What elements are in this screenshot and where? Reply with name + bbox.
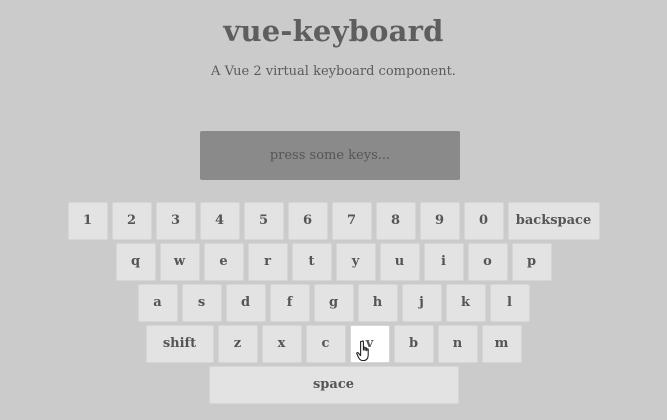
key-6[interactable]: 6 <box>287 202 328 240</box>
key-p[interactable]: p <box>511 243 552 281</box>
key-i[interactable]: i <box>423 243 464 281</box>
key-7[interactable]: 7 <box>331 202 372 240</box>
key-e[interactable]: e <box>203 243 244 281</box>
key-s[interactable]: s <box>181 284 222 322</box>
key-k[interactable]: k <box>445 284 486 322</box>
key-4[interactable]: 4 <box>199 202 240 240</box>
key-u[interactable]: u <box>379 243 420 281</box>
key-c[interactable]: c <box>305 325 346 363</box>
key-a[interactable]: a <box>137 284 178 322</box>
page-subtitle: A Vue 2 virtual keyboard component. <box>211 64 456 79</box>
keyboard-row-numbers: 1 2 3 4 5 6 7 8 9 0 backspace <box>0 202 667 240</box>
key-n[interactable]: n <box>437 325 478 363</box>
key-h[interactable]: h <box>357 284 398 322</box>
key-d[interactable]: d <box>225 284 266 322</box>
key-j[interactable]: j <box>401 284 442 322</box>
keyboard-row-home-letters: a s d f g h j k l <box>0 284 667 322</box>
keyboard-output-display[interactable]: press some keys... <box>200 131 460 180</box>
key-1[interactable]: 1 <box>67 202 108 240</box>
key-0[interactable]: 0 <box>463 202 504 240</box>
key-y[interactable]: y <box>335 243 376 281</box>
key-v-label: v <box>365 336 374 351</box>
key-backspace[interactable]: backspace <box>507 202 600 240</box>
key-x[interactable]: x <box>261 325 302 363</box>
key-w[interactable]: w <box>159 243 200 281</box>
key-q[interactable]: q <box>115 243 156 281</box>
key-z[interactable]: z <box>217 325 258 363</box>
keyboard-row-top-letters: q w e r t y u i o p <box>0 243 667 281</box>
key-f[interactable]: f <box>269 284 310 322</box>
key-g[interactable]: g <box>313 284 354 322</box>
key-r[interactable]: r <box>247 243 288 281</box>
keyboard-row-space: space <box>0 366 667 404</box>
key-v[interactable]: v <box>349 325 390 363</box>
key-t[interactable]: t <box>291 243 332 281</box>
key-5[interactable]: 5 <box>243 202 284 240</box>
key-2[interactable]: 2 <box>111 202 152 240</box>
keyboard-row-bottom-letters: shift z x c v b n m <box>0 325 667 363</box>
key-shift[interactable]: shift <box>145 325 214 363</box>
key-b[interactable]: b <box>393 325 434 363</box>
virtual-keyboard: 1 2 3 4 5 6 7 8 9 0 backspace q w e r t … <box>0 202 667 407</box>
key-8[interactable]: 8 <box>375 202 416 240</box>
key-3[interactable]: 3 <box>155 202 196 240</box>
key-m[interactable]: m <box>481 325 522 363</box>
key-o[interactable]: o <box>467 243 508 281</box>
key-9[interactable]: 9 <box>419 202 460 240</box>
key-l[interactable]: l <box>489 284 530 322</box>
page: vue-keyboard A Vue 2 virtual keyboard co… <box>0 0 667 420</box>
key-space[interactable]: space <box>208 366 459 404</box>
page-title: vue-keyboard <box>223 14 444 48</box>
